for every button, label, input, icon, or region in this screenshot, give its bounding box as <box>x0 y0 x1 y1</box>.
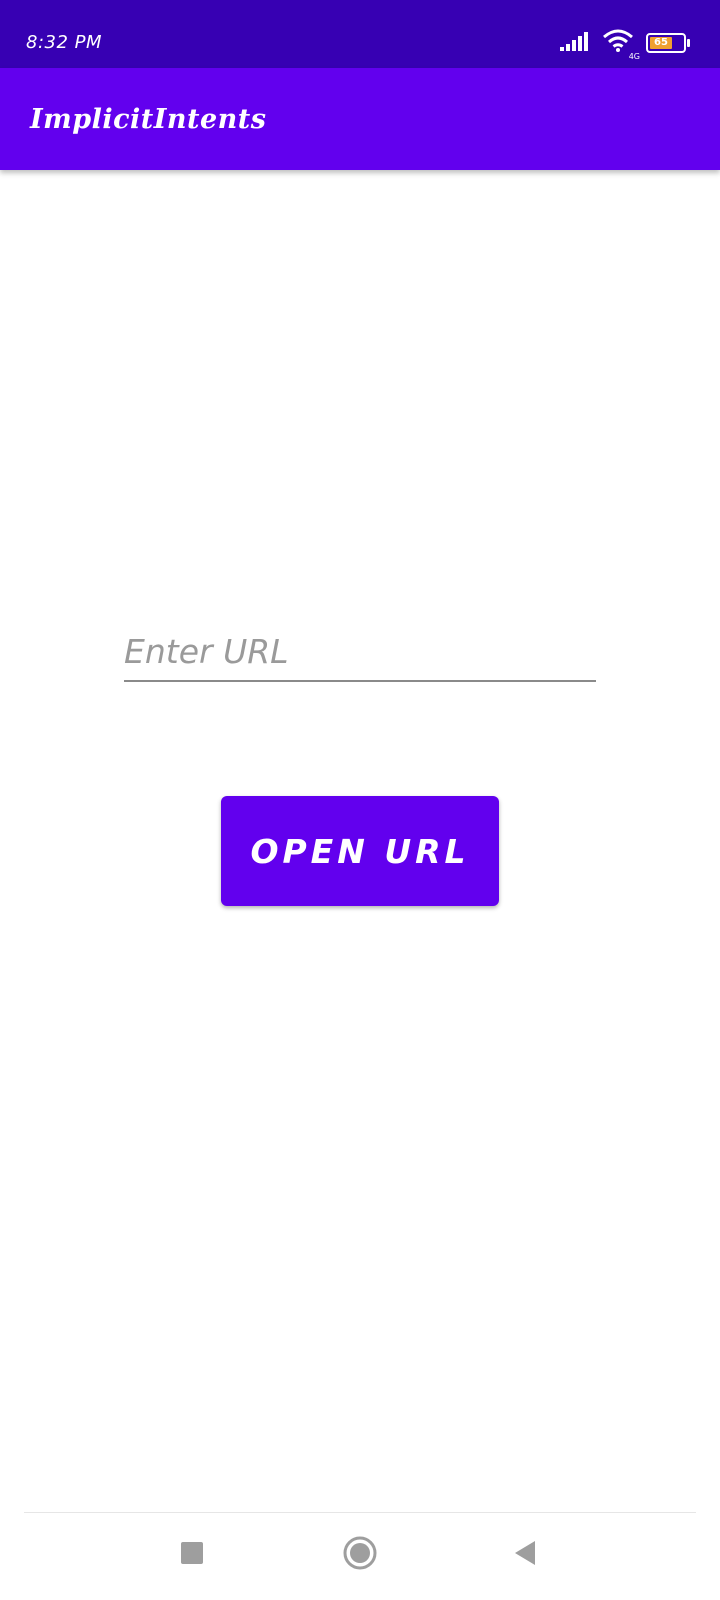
open-url-button[interactable]: OPEN URL <box>221 796 499 906</box>
url-input[interactable] <box>124 622 596 682</box>
url-field <box>124 622 596 686</box>
back-button[interactable] <box>498 1528 552 1582</box>
status-bar: 8:32 PM 4G 65 <box>0 0 720 68</box>
network-badge: 4G <box>628 52 640 61</box>
home-button[interactable] <box>333 1528 387 1582</box>
recents-square-icon <box>180 1541 204 1569</box>
home-circle-icon <box>343 1536 377 1574</box>
back-triangle-icon <box>513 1540 537 1570</box>
status-time: 8:32 PM <box>26 32 103 53</box>
app-bar: ImplicitIntents <box>0 68 720 170</box>
app-title: ImplicitIntents <box>30 104 267 135</box>
status-icons: 4G 65 <box>560 29 690 61</box>
recents-button[interactable] <box>165 1528 219 1582</box>
navigation-bar <box>0 1513 720 1600</box>
signal-icon <box>560 31 590 55</box>
wifi-icon: 4G <box>602 29 640 61</box>
battery-icon: 65 <box>646 33 690 53</box>
battery-level: 65 <box>654 37 668 48</box>
